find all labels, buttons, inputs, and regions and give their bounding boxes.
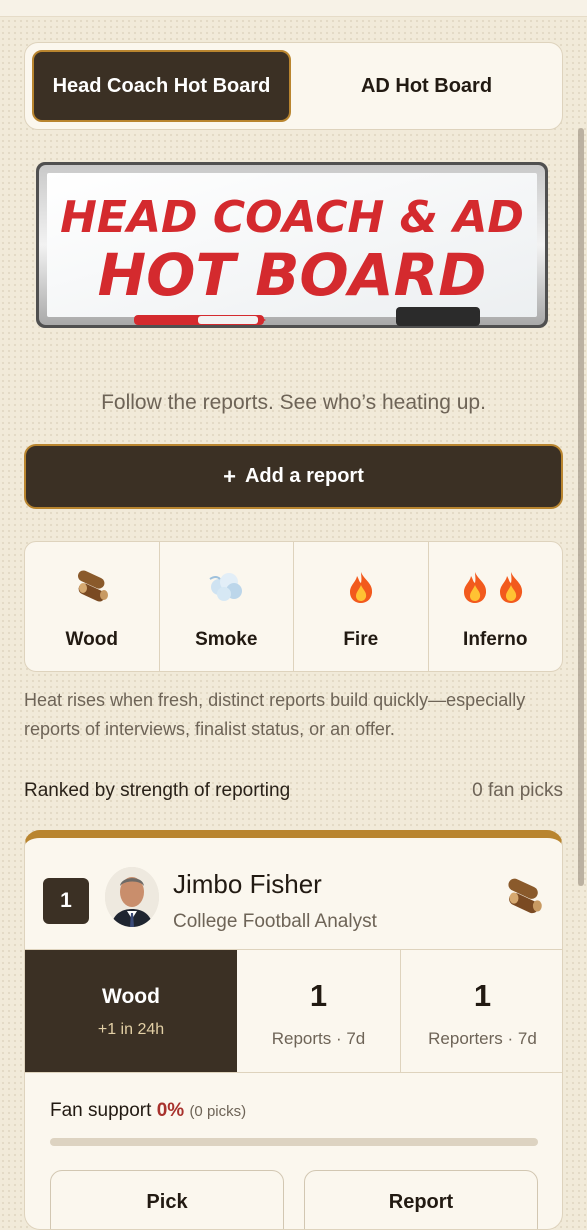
reporters-count: 1: [473, 978, 492, 1013]
report-button[interactable]: Report: [304, 1170, 538, 1229]
legend-wood: Wood: [25, 542, 160, 671]
fan-support-picks: (0 picks): [189, 1103, 247, 1120]
heat-legend: Wood Smoke Fire Inferno: [24, 541, 563, 672]
fire-icon: [346, 568, 376, 606]
double-fire-icon: [460, 568, 530, 606]
tab-ad-hot-board[interactable]: AD Hot Board: [297, 50, 556, 122]
legend-fire: Fire: [294, 542, 429, 671]
heat-explanation: Heat rises when fresh, distinct reports …: [24, 690, 526, 739]
reports-stat: 1 Reports · 7d: [237, 950, 401, 1072]
legend-smoke: Smoke: [160, 542, 294, 671]
legend-fire-label: Fire: [343, 629, 379, 650]
fan-support: Fan support 0% (0 picks): [50, 1100, 246, 1122]
plus-icon: +: [223, 463, 236, 489]
legend-wood-label: Wood: [65, 629, 118, 650]
legend-smoke-label: Smoke: [195, 629, 258, 650]
tab-head-coach-hot-board[interactable]: Head Coach Hot Board: [32, 50, 291, 122]
tagline: Follow the reports. See who’s heating up…: [101, 391, 486, 414]
pick-button[interactable]: Pick: [50, 1170, 284, 1229]
top-status-strip: [0, 0, 587, 17]
board-text-line2: HOT BOARD: [98, 241, 487, 309]
candidate-card[interactable]: 1 Jimbo Fisher College Football Analyst …: [24, 830, 563, 1230]
board-text-line1: HEAD COACH & AD: [60, 192, 524, 243]
ranking-title: Ranked by strength of reporting: [24, 780, 291, 801]
wood-logs-icon: [504, 878, 544, 921]
fan-support-percent: 0%: [156, 1100, 185, 1121]
avatar: [105, 867, 159, 927]
rank-badge: 1: [43, 878, 89, 924]
fan-picks-count: 0 fan picks: [472, 780, 563, 801]
heat-delta: +1 in 24h: [97, 1021, 165, 1038]
candidate-role: College Football Analyst: [173, 911, 377, 932]
board-tabs: Head Coach Hot Board AD Hot Board: [24, 42, 563, 130]
reports-label: Reports · 7d: [271, 1029, 366, 1048]
page-scrollbar[interactable]: [578, 128, 584, 886]
smoke-cloud-icon: [207, 568, 245, 606]
add-report-label: Add a report: [244, 465, 364, 487]
heat-level-stat: Wood +1 in 24h: [25, 950, 237, 1072]
legend-inferno: Inferno: [429, 542, 563, 671]
wood-logs-icon: [74, 568, 110, 606]
reports-count: 1: [309, 978, 328, 1013]
ranking-header: Ranked by strength of reporting 0 fan pi…: [24, 780, 563, 802]
candidate-stats: Wood +1 in 24h 1 Reports · 7d 1 Reporter…: [25, 949, 562, 1073]
candidate-name: Jimbo Fisher: [173, 869, 322, 899]
reporters-label: Reporters · 7d: [428, 1029, 537, 1048]
fan-support-bar: [50, 1138, 538, 1146]
hot-board-whiteboard-image: HEAD COACH & AD HOT BOARD: [34, 160, 550, 330]
heat-level: Wood: [102, 985, 160, 1008]
fan-support-label: Fan support: [50, 1100, 152, 1121]
add-report-button[interactable]: + Add a report: [24, 444, 563, 509]
legend-inferno-label: Inferno: [463, 629, 528, 650]
reporters-stat: 1 Reporters · 7d: [401, 950, 562, 1072]
